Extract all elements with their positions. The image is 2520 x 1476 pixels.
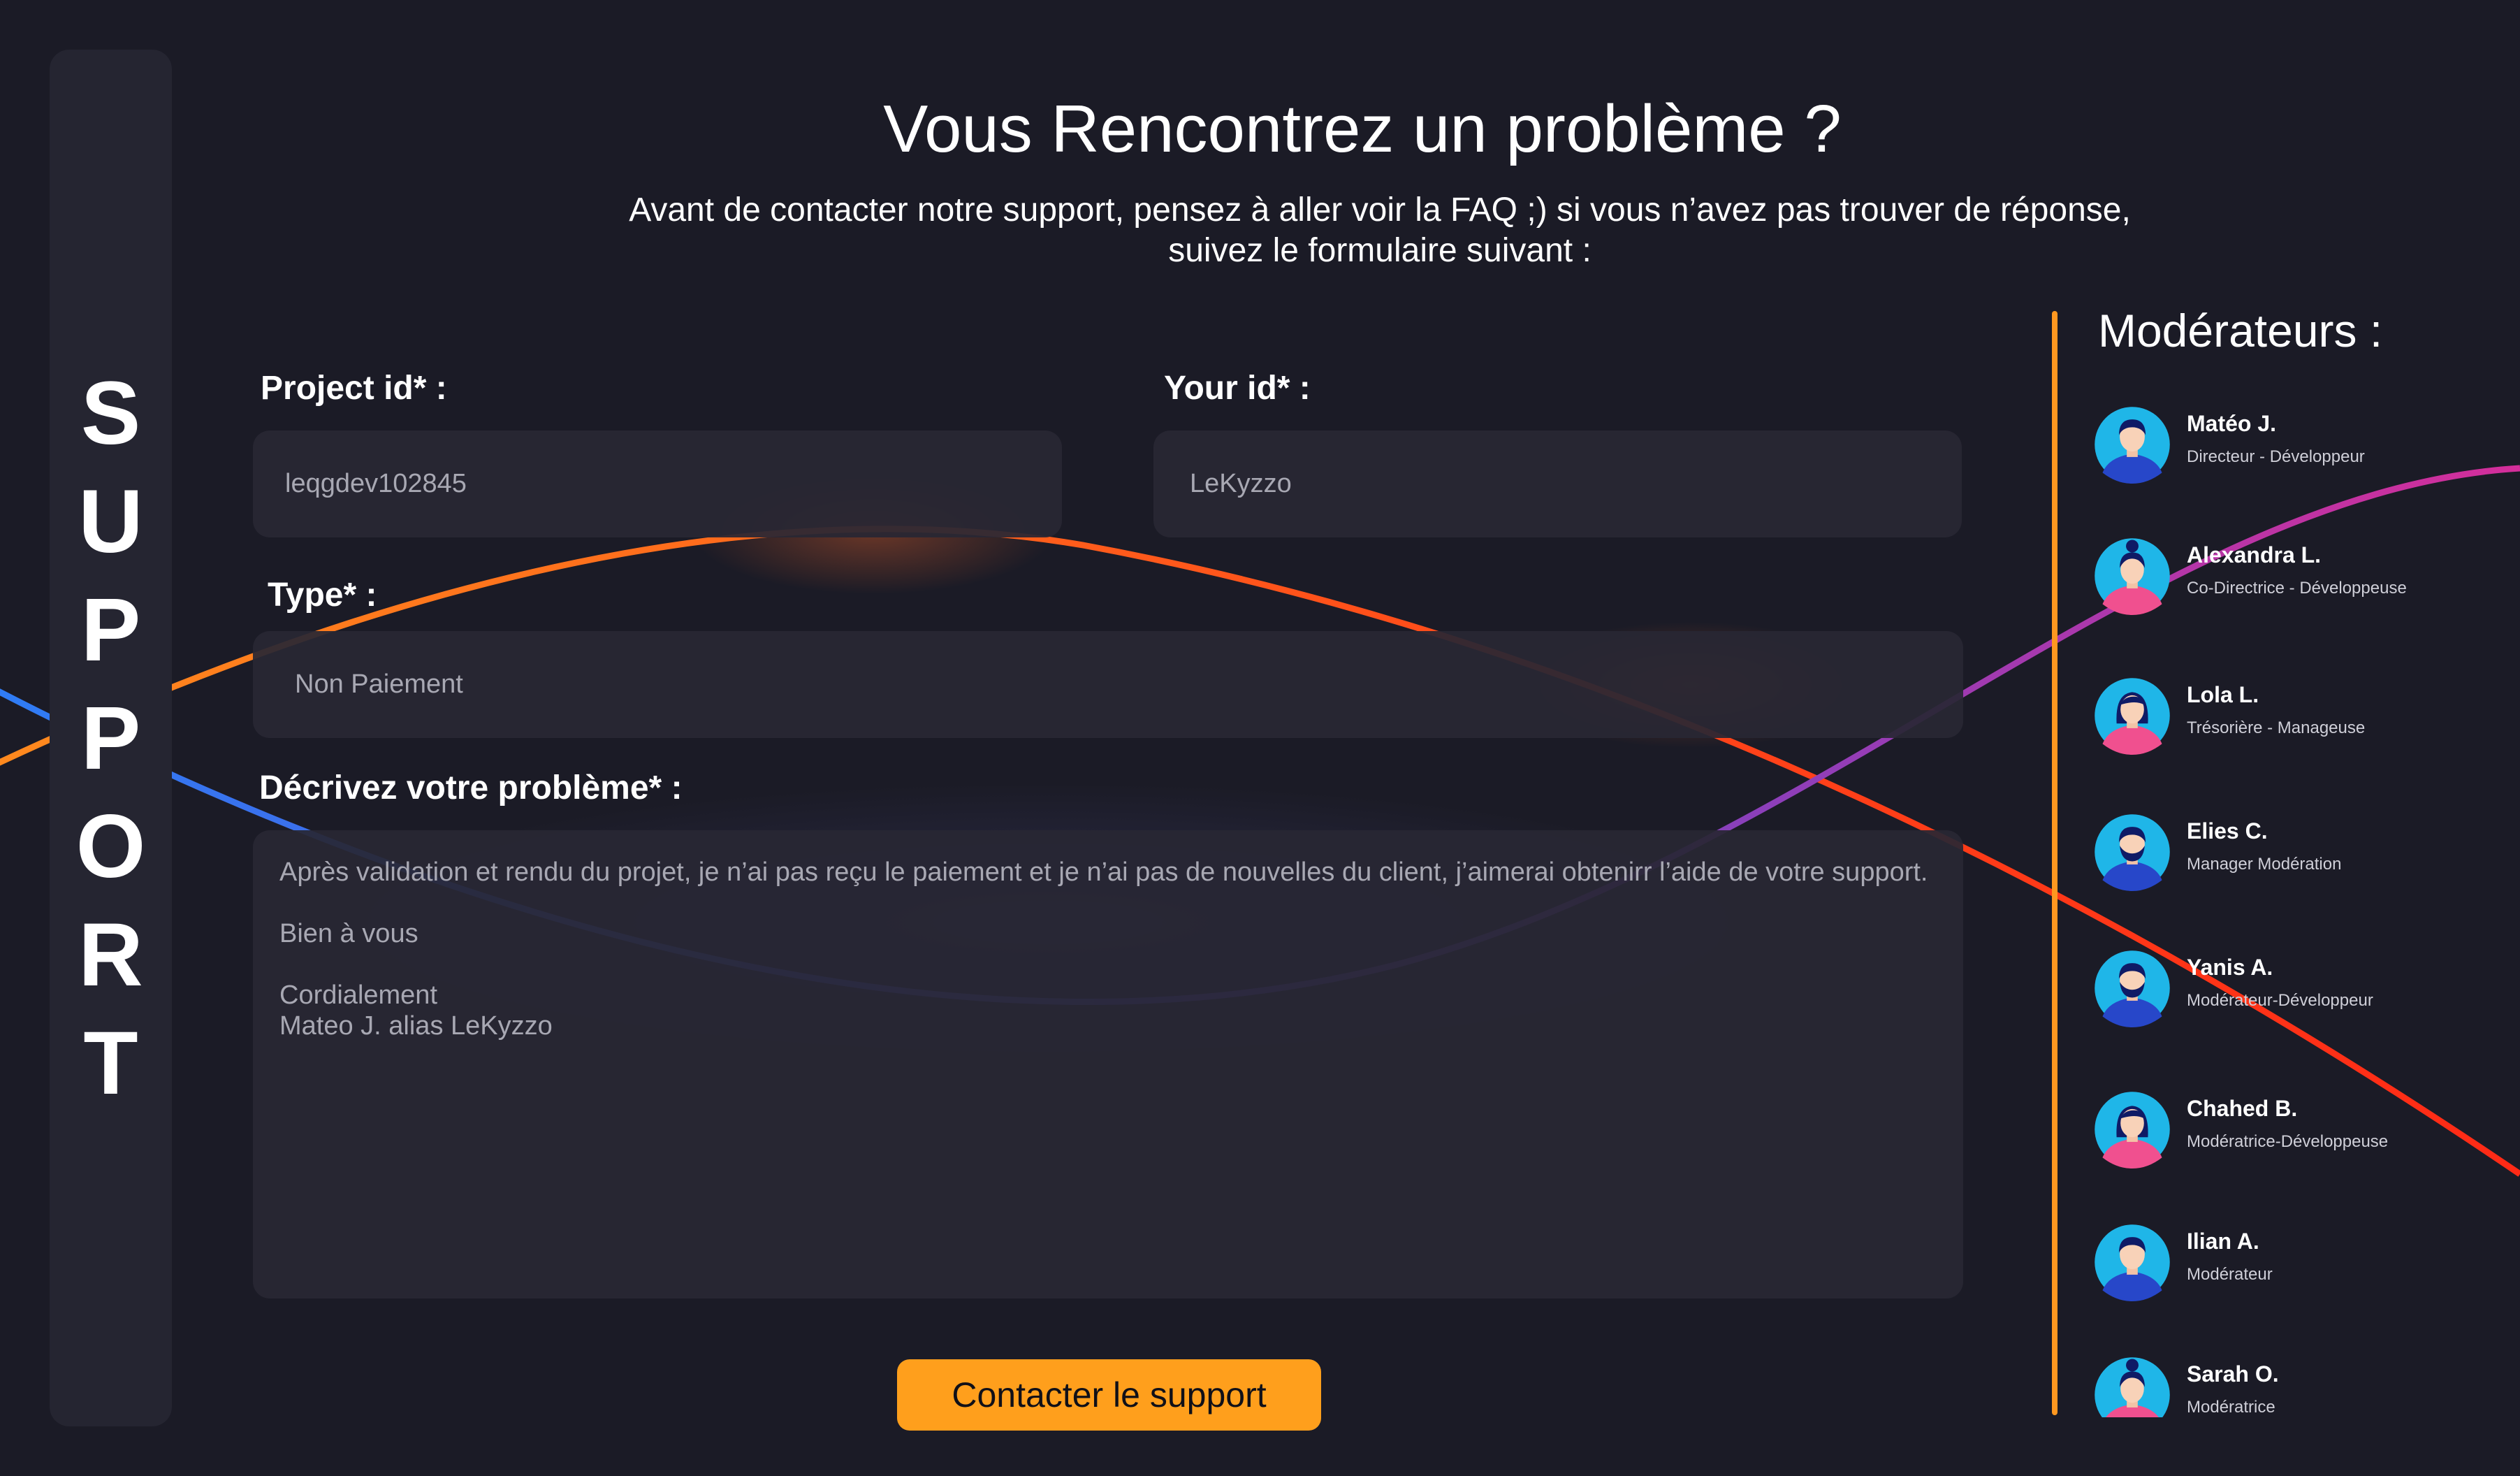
sidebar-letter: T [83,1013,138,1113]
moderator-item[interactable]: Matéo J. Directeur - Développeur [2089,405,2508,489]
your-id-field[interactable]: LeKyzzo [1153,430,1962,537]
moderator-role: Modératrice-Développeuse [2187,1132,2389,1151]
male-avatar-icon [2095,1224,2170,1301]
type-value: Non Paiement [295,670,463,699]
contact-support-button[interactable]: Contacter le support [897,1359,1321,1431]
female-bun-avatar-icon [2095,1357,2170,1417]
sidebar-letter: U [78,471,143,572]
moderators-title: Modérateurs : [2098,305,2383,356]
moderator-name: Matéo J. [2187,411,2277,436]
sidebar-letter: P [80,688,141,788]
your-id-label: Your id* : [1164,370,1311,407]
moderator-item[interactable]: Ilian A. Modérateur [2089,1223,2508,1307]
moderator-role: Directeur - Développeur [2187,447,2365,466]
moderator-role: Trésorière - Manageuse [2187,718,2366,737]
moderator-role: Modératrice [2187,1398,2275,1417]
bearded-male-avatar-icon [2095,950,2170,1027]
female-bun-avatar-icon [2095,538,2170,615]
bearded-male-avatar-icon [2095,814,2170,891]
project-id-label: Project id* : [261,370,447,407]
moderator-name: Chahed B. [2187,1096,2298,1121]
page-subtitle: Avant de contacter notre support, pensez… [629,191,2131,269]
project-id-value: leqgdev102845 [285,469,467,498]
moderator-name: Alexandra L. [2187,542,2322,567]
type-label: Type* : [268,577,377,614]
support-sidebar: S U P P O R T [50,50,172,1426]
type-select[interactable]: Non Paiement [253,631,1963,738]
moderator-item[interactable]: Alexandra L. Co-Directrice - Développeus… [2089,537,2508,621]
moderator-name: Lola L. [2187,682,2259,707]
moderator-item[interactable]: Yanis A. Modérateur-Développeur [2089,949,2508,1033]
female-avatar-icon [2095,1092,2170,1168]
your-id-value: LeKyzzo [1190,469,1292,498]
moderator-item[interactable]: Sarah O. Modératrice [2089,1356,2508,1417]
sidebar-letter: O [75,796,146,897]
description-textarea[interactable]: Après validation et rendu du projet, je … [253,830,1963,1298]
sidebar-letter: R [78,904,143,1005]
moderator-item[interactable]: Chahed B. Modératrice-Développeuse [2089,1090,2508,1174]
male-avatar-icon [2095,407,2170,484]
moderators-divider [2052,311,2057,1415]
sidebar-letter: P [80,579,141,680]
moderator-role: Modérateur-Développeur [2187,991,2373,1010]
description-label: Décrivez votre problème* : [259,769,683,806]
moderator-item[interactable]: Elies C. Manager Modération [2089,813,2508,897]
moderator-name: Ilian A. [2187,1229,2259,1254]
female-avatar-icon [2095,678,2170,755]
project-id-field[interactable]: leqgdev102845 [253,430,1062,537]
moderator-role: Co-Directrice - Développeuse [2187,579,2407,598]
moderator-name: Sarah O. [2187,1361,2279,1387]
moderator-role: Modérateur [2187,1265,2273,1284]
sidebar-letter: S [80,363,141,463]
moderator-name: Elies C. [2187,818,2268,844]
page-title: Vous Rencontrez un problème ? [883,92,1842,166]
moderator-role: Manager Modération [2187,855,2342,874]
description-value: Après validation et rendu du projet, je … [279,858,1928,1041]
moderators-list[interactable]: Matéo J. Directeur - Développeur Alexand… [2089,405,2508,1417]
moderator-name: Yanis A. [2187,955,2273,980]
moderator-item[interactable]: Lola L. Trésorière - Manageuse [2089,676,2508,760]
